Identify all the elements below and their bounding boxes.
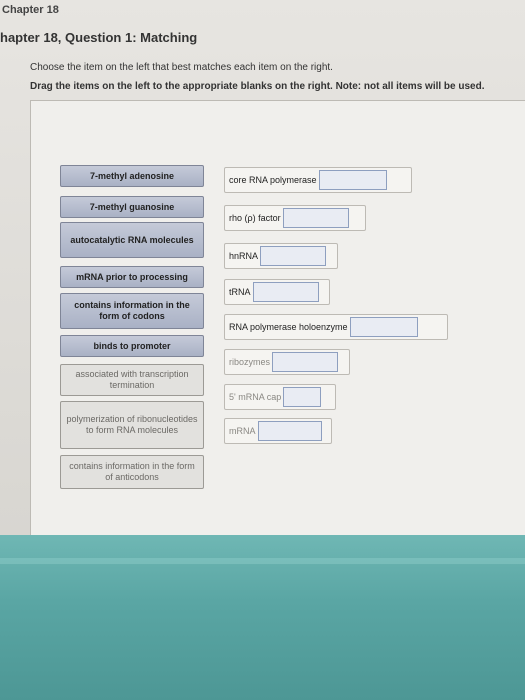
drop-blank[interactable] (272, 352, 339, 372)
instruction-line-1: Choose the item on the left that best ma… (30, 62, 333, 73)
drag-item-codons[interactable]: contains information in the form of codo… (60, 293, 204, 329)
target-label: RNA polymerase holoenzyme (229, 322, 348, 332)
drop-blank[interactable] (282, 208, 349, 228)
target-mrna: mRNA (224, 418, 332, 444)
question-title: hapter 18, Question 1: Matching (0, 30, 198, 45)
target-label: rho (ρ) factor (229, 213, 281, 223)
drop-blank[interactable] (318, 170, 387, 190)
target-hnrna: hnRNA (224, 243, 338, 269)
chapter-label: Chapter 18 (2, 4, 59, 16)
target-label: core RNA polymerase (229, 175, 317, 185)
drop-blank[interactable] (283, 387, 322, 407)
drag-item-binds-promoter[interactable]: binds to promoter (60, 335, 204, 357)
target-core-rna-polymerase: core RNA polymerase (224, 167, 412, 193)
drop-blank[interactable] (252, 282, 319, 302)
drag-item-polymerization[interactable]: polymerization of ribonucleotides to for… (60, 401, 204, 449)
drag-item-transcription-termination[interactable]: associated with transcription terminatio… (60, 364, 204, 396)
drag-item-autocatalytic-rna[interactable]: autocatalytic RNA molecules (60, 222, 204, 258)
target-label: ribozymes (229, 357, 271, 367)
drop-blank[interactable] (349, 317, 418, 337)
target-label: 5' mRNA cap (229, 392, 282, 402)
drag-item-7-methyl-adenosine[interactable]: 7-methyl adenosine (60, 165, 204, 187)
target-label: tRNA (229, 287, 251, 297)
screen: Chapter 18 hapter 18, Question 1: Matchi… (0, 0, 525, 536)
instruction-line-2: Drag the items on the left to the approp… (30, 81, 485, 92)
target-5-mrna-cap: 5' mRNA cap (224, 384, 336, 410)
target-label: hnRNA (229, 251, 259, 261)
target-trna: tRNA (224, 279, 330, 305)
monitor-bezel-rim (0, 558, 525, 564)
drag-item-anticodons[interactable]: contains information in the form of anti… (60, 455, 204, 489)
target-rho-factor: rho (ρ) factor (224, 205, 366, 231)
target-ribozymes: ribozymes (224, 349, 350, 375)
drag-item-mrna-prior-processing[interactable]: mRNA prior to processing (60, 266, 204, 288)
drag-item-7-methyl-guanosine[interactable]: 7-methyl guanosine (60, 196, 204, 218)
target-rna-polymerase-holoenzyme: RNA polymerase holoenzyme (224, 314, 448, 340)
drop-blank[interactable] (260, 246, 327, 266)
target-label: mRNA (229, 426, 256, 436)
drop-blank[interactable] (257, 421, 322, 441)
